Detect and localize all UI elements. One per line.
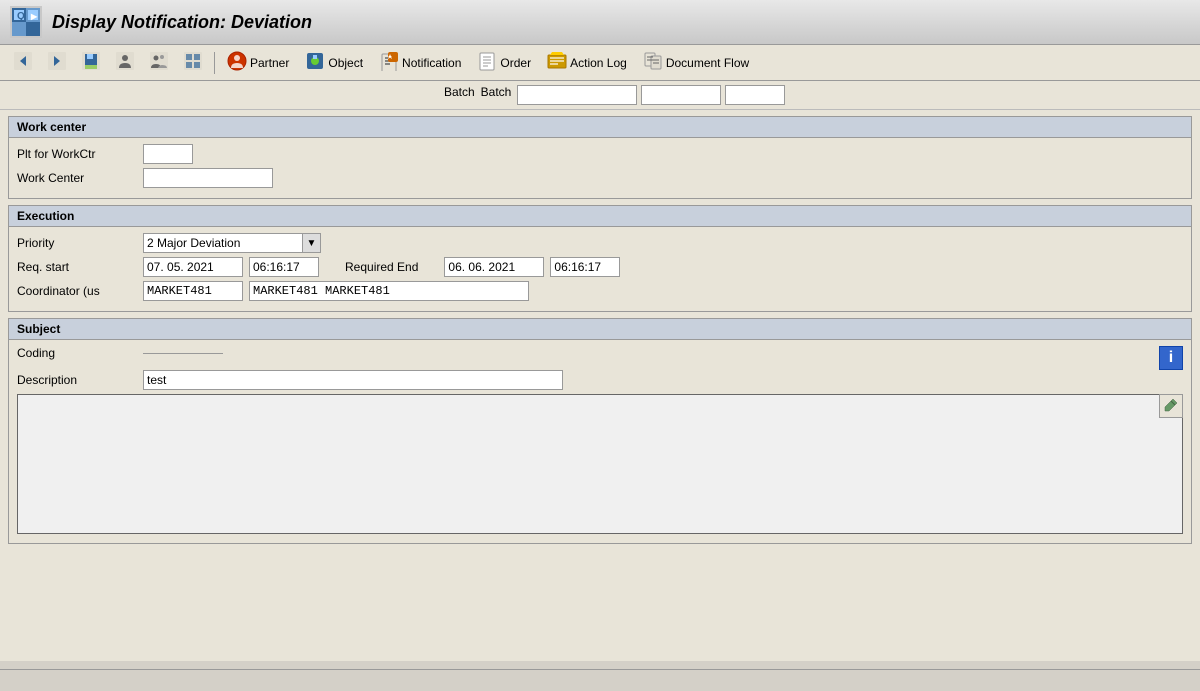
order-label: Order xyxy=(500,56,531,70)
svg-text:Q: Q xyxy=(17,11,25,22)
plt-input[interactable] xyxy=(143,144,193,164)
req-end-label: Required End xyxy=(345,260,418,274)
execution-body: Priority ▼ Req. start Required End Coord… xyxy=(9,227,1191,311)
plt-row: Plt for WorkCtr xyxy=(17,144,1183,164)
info-button[interactable]: i xyxy=(1159,346,1183,370)
grid-button[interactable] xyxy=(178,50,208,75)
action-log-icon xyxy=(547,51,567,74)
object-icon xyxy=(305,51,325,74)
coding-row: Coding xyxy=(17,346,1159,360)
execution-section: Execution Priority ▼ Req. start Required… xyxy=(8,205,1192,312)
coding-info-row: Coding i xyxy=(17,346,1183,370)
dates-row: Req. start Required End xyxy=(17,257,1183,277)
save-icon xyxy=(82,52,100,73)
req-start-time[interactable] xyxy=(249,257,319,277)
coordinator-label: Coordinator (us xyxy=(17,284,137,298)
object-button[interactable]: Object xyxy=(299,49,369,76)
person-button[interactable] xyxy=(110,50,140,75)
coding-underline xyxy=(143,353,223,354)
notification-icon xyxy=(379,51,399,74)
main-content: Batch Batch Work center Plt for WorkCtr … xyxy=(0,81,1200,661)
edit-button[interactable] xyxy=(1159,394,1183,418)
notification-button[interactable]: Notification xyxy=(373,49,467,76)
description-label: Description xyxy=(17,373,137,387)
separator1 xyxy=(214,52,215,74)
partner-button[interactable]: Partner xyxy=(221,49,295,76)
toolbar: Partner Object Notification xyxy=(0,45,1200,81)
notification-label: Notification xyxy=(402,56,461,70)
priority-dropdown-btn[interactable]: ▼ xyxy=(303,233,321,253)
req-start-date[interactable] xyxy=(143,257,243,277)
save-button[interactable] xyxy=(76,50,106,75)
subject-body: Coding i Description xyxy=(9,340,1191,543)
batch-row: Batch Batch xyxy=(0,81,1200,110)
grid-icon xyxy=(184,52,202,73)
order-button[interactable]: Order xyxy=(471,49,537,76)
work-center-label: Work Center xyxy=(17,171,137,185)
partner-icon xyxy=(227,51,247,74)
req-end-time[interactable] xyxy=(550,257,620,277)
req-start-label: Req. start xyxy=(17,260,137,274)
back-icon xyxy=(14,52,32,73)
action-log-button[interactable]: Action Log xyxy=(541,49,633,76)
coding-label: Coding xyxy=(17,346,137,360)
action-log-label: Action Log xyxy=(570,56,627,70)
status-bar xyxy=(0,669,1200,691)
persons-icon xyxy=(150,52,168,73)
work-center-row: Work Center xyxy=(17,168,1183,188)
priority-input[interactable] xyxy=(143,233,303,253)
req-end-date[interactable] xyxy=(444,257,544,277)
main-textarea[interactable] xyxy=(17,394,1183,534)
work-center-header: Work center xyxy=(9,117,1191,138)
coordinator-row: Coordinator (us xyxy=(17,281,1183,301)
page-title: Display Notification: Deviation xyxy=(52,12,312,33)
title-bar: Q ▶ Display Notification: Deviation xyxy=(0,0,1200,45)
batch-input2[interactable] xyxy=(641,85,721,105)
description-input[interactable] xyxy=(143,370,563,390)
priority-select-wrap: ▼ xyxy=(143,233,321,253)
info-icon: i xyxy=(1169,349,1173,367)
coordinator-name-input[interactable] xyxy=(249,281,529,301)
execution-header: Execution xyxy=(9,206,1191,227)
subject-section: Subject Coding i Description xyxy=(8,318,1192,544)
partner-label: Partner xyxy=(250,56,289,70)
edit-icon xyxy=(1163,397,1179,416)
app-icon: Q ▶ xyxy=(10,6,42,38)
forward-button[interactable] xyxy=(42,50,72,75)
person-icon xyxy=(116,52,134,73)
priority-label: Priority xyxy=(17,236,137,250)
batch-input1[interactable] xyxy=(517,85,637,105)
batch-label: Batch xyxy=(415,85,475,105)
coordinator-id-input[interactable] xyxy=(143,281,243,301)
forward-icon xyxy=(48,52,66,73)
work-center-input[interactable] xyxy=(143,168,273,188)
priority-row: Priority ▼ xyxy=(17,233,1183,253)
back-button[interactable] xyxy=(8,50,38,75)
document-flow-icon xyxy=(643,51,663,74)
plt-label: Plt for WorkCtr xyxy=(17,147,137,161)
batch-input3[interactable] xyxy=(725,85,785,105)
subject-header: Subject xyxy=(9,319,1191,340)
order-icon xyxy=(477,51,497,74)
persons-button[interactable] xyxy=(144,50,174,75)
document-flow-label: Document Flow xyxy=(666,56,749,70)
batch-label-text: Batch xyxy=(481,85,512,105)
description-row: Description xyxy=(17,370,1183,390)
work-center-section: Work center Plt for WorkCtr Work Center xyxy=(8,116,1192,199)
svg-text:▶: ▶ xyxy=(30,12,38,21)
text-area-wrap xyxy=(17,394,1183,537)
object-label: Object xyxy=(328,56,363,70)
work-center-body: Plt for WorkCtr Work Center xyxy=(9,138,1191,198)
document-flow-button[interactable]: Document Flow xyxy=(637,49,755,76)
